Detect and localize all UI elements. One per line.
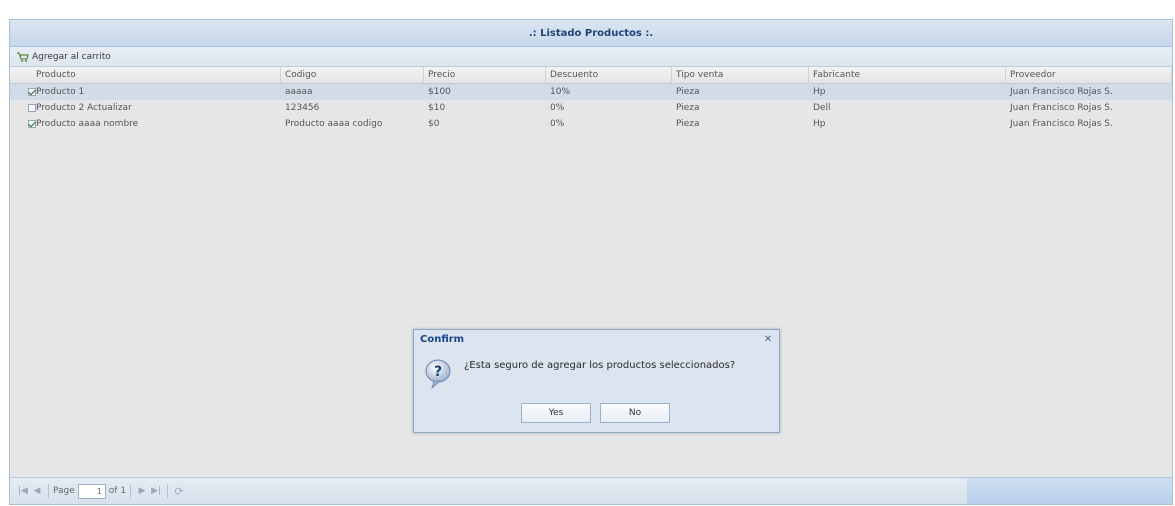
toolbar: Agregar al carrito [10, 47, 1172, 67]
column-header[interactable]: Proveedor [1006, 67, 1172, 84]
table-cell: aaaaa [285, 87, 313, 97]
close-icon[interactable]: ✕ [763, 335, 773, 345]
panel-title: .: Listado Productos :. [10, 20, 1172, 47]
table-cell: Pieza [676, 119, 700, 129]
table-cell: Juan Francisco Rojas S. [1010, 119, 1113, 129]
table-cell: Hp [813, 87, 826, 97]
no-button[interactable]: No [600, 403, 670, 423]
table-row[interactable]: Producto 2 Actualizar 123456 $10 0% Pieza Del… [10, 100, 1172, 116]
grid-body: Producto 1 aaaaa $100 10% Pieza Hp Juan Franci… [10, 84, 1172, 132]
pager-status-area [967, 478, 1172, 504]
dialog-message: ¿Esta seguro de agregar los productos se… [464, 360, 736, 371]
cart-icon [17, 51, 29, 62]
svg-text:?: ? [434, 364, 442, 380]
first-page-icon[interactable]: |◀ [16, 486, 30, 496]
table-cell: $0 [428, 119, 440, 129]
table-cell: Hp [813, 119, 826, 129]
pagination-toolbar: |◀ ◀ Page of 1 ▶ ▶| ⟳ [10, 477, 1172, 504]
column-header[interactable]: Codigo [281, 67, 424, 84]
page-count-label: of 1 [108, 486, 127, 496]
last-page-icon[interactable]: ▶| [149, 486, 163, 496]
pager-separator [167, 484, 169, 498]
pager-separator [130, 484, 132, 498]
table-cell: 10% [550, 87, 571, 97]
table-cell: Juan Francisco Rojas S. [1010, 87, 1113, 97]
next-page-icon[interactable]: ▶ [135, 486, 149, 496]
dialog-title: Confirm [420, 334, 465, 345]
table-row[interactable]: Producto aaaa nombre Producto aaaa codigo… [10, 116, 1172, 132]
table-row[interactable]: Producto 1 aaaaa $100 10% Pieza Hp Juan Franci… [10, 84, 1172, 100]
table-cell: 0% [550, 119, 565, 129]
confirm-dialog: Confirm ✕ ? ¿Esta seguro de agregar los … [413, 329, 780, 433]
table-cell: Pieza [676, 103, 700, 113]
page-number-input[interactable] [77, 483, 106, 499]
prev-page-icon[interactable]: ◀ [30, 486, 44, 496]
table-cell: $10 [428, 103, 446, 113]
column-header[interactable]: Fabricante [809, 67, 1006, 84]
column-header[interactable]: Producto [32, 67, 281, 84]
table-cell: Producto 2 Actualizar [36, 103, 132, 113]
add-to-cart-button[interactable]: Agregar al carrito [17, 52, 111, 62]
table-cell: Producto 1 [36, 87, 85, 97]
table-cell: 0% [550, 103, 565, 113]
grid-header: Producto Codigo Precio Descuento Tipo venta F… [10, 67, 1172, 84]
question-icon: ? [425, 359, 451, 389]
table-cell: 123456 [285, 103, 320, 113]
table-cell: Producto aaaa nombre [36, 119, 139, 129]
column-header[interactable]: Tipo venta [672, 67, 809, 84]
yes-button[interactable]: Yes [521, 403, 591, 423]
add-to-cart-label: Agregar al carrito [32, 51, 111, 62]
table-cell: Pieza [676, 87, 700, 97]
table-cell: Dell [813, 103, 831, 113]
pager-separator [48, 484, 49, 498]
table-cell: Juan Francisco Rojas S. [1010, 103, 1113, 113]
refresh-icon[interactable]: ⟳ [172, 485, 186, 498]
page-label: Page [53, 486, 75, 496]
table-cell: Producto aaaa codigo [285, 119, 383, 129]
column-header[interactable]: Precio [424, 67, 546, 84]
column-header[interactable]: Descuento [546, 67, 672, 84]
table-cell: $100 [428, 87, 451, 97]
